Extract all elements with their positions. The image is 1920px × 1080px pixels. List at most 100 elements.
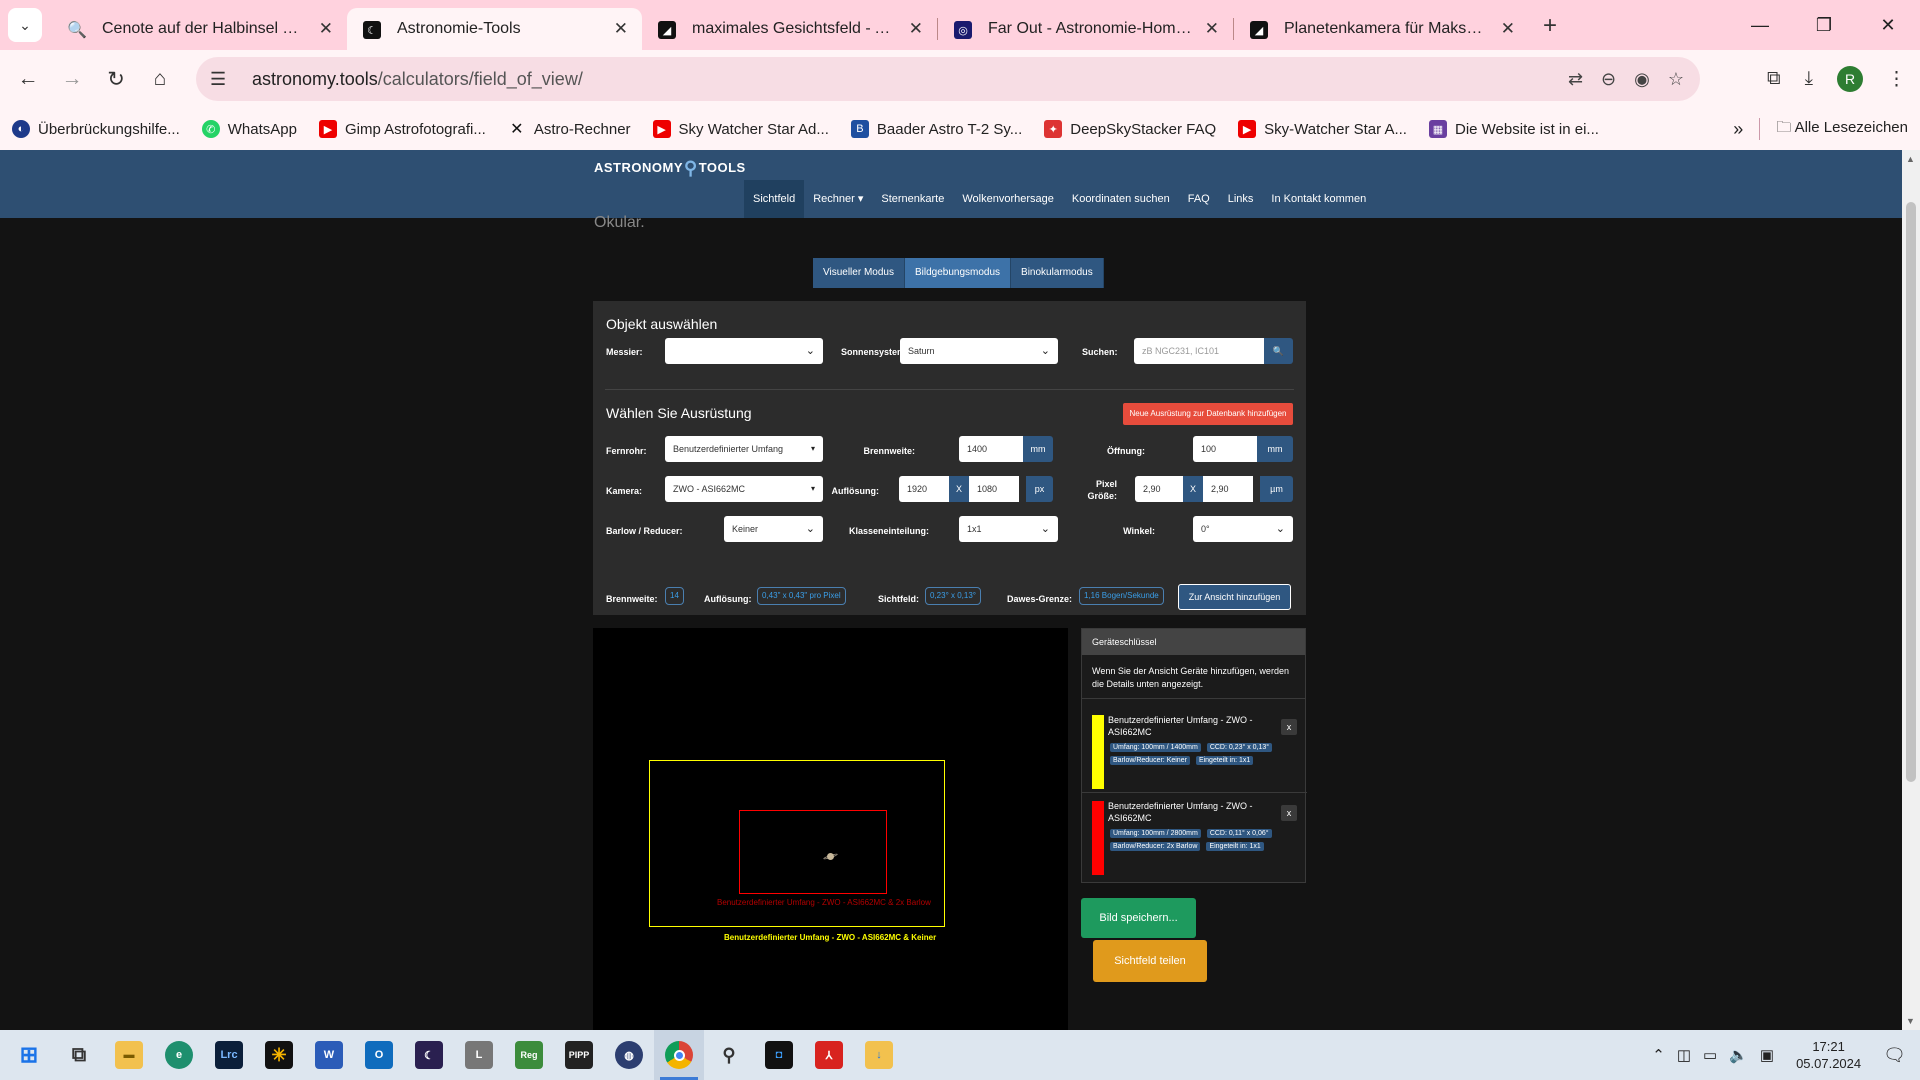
bookmark-item[interactable]: ✆ WhatsApp	[201, 120, 297, 138]
angle-select[interactable]: 0° ⌄	[1193, 516, 1293, 542]
add-to-view-button[interactable]: Zur Ansicht hinzufügen	[1178, 584, 1291, 610]
address-bar[interactable]: ☰ astronomy.tools/calculators/field_of_v…	[196, 57, 1700, 101]
solar-system-select[interactable]: Saturn ⌄	[900, 338, 1058, 364]
telescope-select[interactable]: Benutzerdefinierter Umfang ▾	[665, 436, 823, 462]
taskbar-explorer[interactable]: ▬	[104, 1030, 154, 1080]
taskbar-lightroom[interactable]: Lrc	[204, 1030, 254, 1080]
extensions-puzzle-icon[interactable]: ⧉	[1767, 68, 1781, 90]
site-logo[interactable]: ASTRONOMY⚲TOOLS	[594, 158, 746, 179]
url-text[interactable]: astronomy.tools/calculators/field_of_vie…	[252, 69, 583, 90]
profile-avatar[interactable]: R	[1837, 66, 1863, 92]
nav-kontakt[interactable]: In Kontakt kommen	[1262, 180, 1375, 218]
resolution-y-input[interactable]: 1080	[969, 476, 1019, 502]
nav-sichtfeld[interactable]: Sichtfeld	[744, 180, 805, 218]
share-fov-button[interactable]: Sichtfeld teilen	[1093, 940, 1207, 982]
tracking-protection-icon[interactable]: ◉	[1634, 69, 1650, 90]
mode-binocular[interactable]: Binokularmodus	[1011, 258, 1104, 288]
nav-koordinaten[interactable]: Koordinaten suchen	[1063, 180, 1179, 218]
close-window-icon[interactable]: ✕	[1856, 0, 1920, 50]
bookmark-star-icon[interactable]: ☆	[1668, 69, 1684, 90]
network-icon[interactable]: ▣	[1760, 1046, 1774, 1064]
bookmark-item[interactable]: ▶ Sky-Watcher Star A...	[1238, 120, 1407, 138]
webcam-icon[interactable]: ◫	[1677, 1046, 1691, 1064]
messier-select[interactable]: ⌄	[665, 338, 823, 364]
tab-3[interactable]: ◢ maximales Gesichtsfeld - Anfänger ✕	[642, 8, 937, 50]
taskbar-registax[interactable]: Reg	[504, 1030, 554, 1080]
forward-arrow-icon[interactable]: →	[50, 59, 94, 99]
back-arrow-icon[interactable]: ←	[6, 59, 50, 99]
taskbar-starnet[interactable]: ✳	[254, 1030, 304, 1080]
close-icon[interactable]: ✕	[319, 19, 333, 39]
taskbar-outlook[interactable]: O	[354, 1030, 404, 1080]
aperture-input[interactable]: 100	[1193, 436, 1257, 462]
all-bookmarks-folder[interactable]: 🗀 Alle Lesezeichen	[1776, 117, 1908, 142]
nav-links[interactable]: Links	[1219, 180, 1263, 218]
page-scrollbar[interactable]: ▲ ▼	[1902, 150, 1920, 1030]
close-icon[interactable]: ✕	[1501, 19, 1515, 39]
mode-imaging[interactable]: Bildgebungsmodus	[904, 258, 1012, 288]
scrollbar-thumb[interactable]	[1906, 202, 1916, 782]
home-icon[interactable]: ⌂	[138, 59, 182, 99]
taskbar-telescope-app[interactable]: ⚲	[704, 1030, 754, 1080]
clock[interactable]: 17:21 05.07.2024	[1796, 1038, 1861, 1072]
binning-select[interactable]: 1x1 ⌄	[959, 516, 1058, 542]
bookmark-item[interactable]: ▦ Die Website ist in ei...	[1428, 120, 1599, 138]
resolution-x-input[interactable]: 1920	[899, 476, 949, 502]
taskbar-word[interactable]: W	[304, 1030, 354, 1080]
nav-sternenkarte[interactable]: Sternenkarte	[872, 180, 953, 218]
bookmark-item[interactable]: B Baader Astro T-2 Sy...	[850, 120, 1022, 138]
taskbar-stellarium[interactable]: ☾	[404, 1030, 454, 1080]
taskbar-acrobat[interactable]: ⅄	[804, 1030, 854, 1080]
taskbar-downloads[interactable]: ↓	[854, 1030, 904, 1080]
tab-search-button[interactable]: ⌄	[8, 8, 42, 42]
download-icon[interactable]: ⤓	[1805, 68, 1813, 90]
nav-faq[interactable]: FAQ	[1179, 180, 1219, 218]
start-button[interactable]: ⊞	[4, 1030, 54, 1080]
pixel-y-input[interactable]: 2,90	[1203, 476, 1253, 502]
bookmark-item[interactable]: ✕ Astro-Rechner	[508, 120, 630, 139]
bookmark-item[interactable]: ◐ Überbrückungshilfe...	[12, 120, 180, 138]
object-search-input[interactable]: zB NGC231, IC101	[1134, 338, 1264, 364]
remove-entry-button[interactable]: x	[1281, 719, 1297, 735]
fov-canvas[interactable]: Benutzerdefinierter Umfang - ZWO - ASI66…	[593, 628, 1068, 1030]
chevron-double-right-icon[interactable]: »	[1733, 119, 1743, 140]
minimize-icon[interactable]: —	[1728, 0, 1792, 50]
taskbar-chrome[interactable]	[654, 1030, 704, 1080]
pixel-x-input[interactable]: 2,90	[1135, 476, 1183, 502]
tab-4[interactable]: ◎ Far Out - Astronomie-Homepage ✕	[938, 8, 1233, 50]
close-icon[interactable]: ✕	[1205, 19, 1219, 39]
barlow-select[interactable]: Keiner ⌄	[724, 516, 823, 542]
chevron-up-icon[interactable]: ⌃	[1652, 1046, 1665, 1064]
taskbar-pipp[interactable]: PIPP	[554, 1030, 604, 1080]
nav-wolkenvorhersage[interactable]: Wolkenvorhersage	[953, 180, 1063, 218]
volume-icon[interactable]: 🔈	[1729, 1046, 1748, 1064]
more-menu-icon[interactable]: ⋮	[1887, 68, 1906, 91]
translate-icon[interactable]: ⇄	[1568, 69, 1583, 90]
mode-visual[interactable]: Visueller Modus	[813, 258, 905, 288]
search-button[interactable]: 🔍	[1264, 338, 1293, 364]
nav-rechner[interactable]: Rechner ▾	[804, 180, 872, 218]
restore-icon[interactable]: ❐	[1792, 0, 1856, 50]
task-view-button[interactable]: ⧉	[54, 1030, 104, 1080]
taskbar-camera-app[interactable]: ◘	[754, 1030, 804, 1080]
reload-icon[interactable]: ↻	[94, 59, 138, 99]
add-equipment-button[interactable]: Neue Ausrüstung zur Datenbank hinzufügen	[1123, 403, 1293, 425]
tab-1[interactable]: 🔍 Cenote auf der Halbinsel Yucatán ✕	[52, 8, 347, 50]
bookmark-item[interactable]: ✦ DeepSkyStacker FAQ	[1044, 120, 1216, 138]
new-tab-plus-icon[interactable]: +	[1543, 12, 1557, 40]
site-info-icon[interactable]: ☰	[210, 69, 240, 90]
notifications-icon[interactable]: 🗨	[1883, 1045, 1906, 1066]
bookmark-item[interactable]: ▶ Sky Watcher Star Ad...	[652, 120, 829, 138]
bookmark-item[interactable]: ▶ Gimp Astrofotografi...	[318, 120, 486, 138]
taskbar-edge[interactable]: e	[154, 1030, 204, 1080]
tab-2[interactable]: ☾ Astronomie-Tools ✕	[347, 8, 642, 50]
focal-length-input[interactable]: 1400	[959, 436, 1023, 462]
battery-icon[interactable]: ▭	[1703, 1046, 1717, 1064]
remove-entry-button[interactable]: x	[1281, 805, 1297, 821]
scroll-up-icon[interactable]: ▲	[1906, 154, 1915, 164]
zoom-icon[interactable]: ⊖	[1601, 69, 1616, 90]
close-icon[interactable]: ✕	[614, 19, 628, 39]
camera-select[interactable]: ZWO - ASI662MC ▾	[665, 476, 823, 502]
taskbar-app-l[interactable]: L	[454, 1030, 504, 1080]
close-icon[interactable]: ✕	[909, 19, 923, 39]
